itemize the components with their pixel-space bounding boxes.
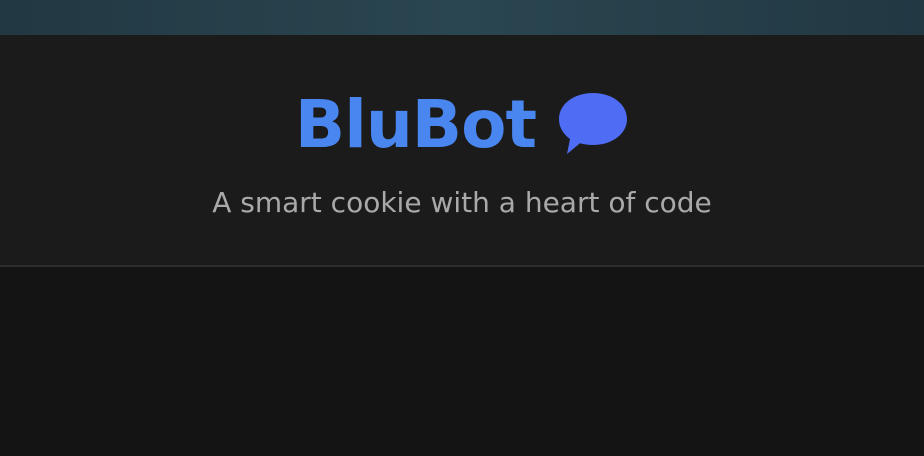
app-title: BluBot: [294, 86, 537, 163]
browser-top-strip: [0, 0, 924, 35]
app-header: BluBot A smart cookie with a heart of co…: [0, 35, 924, 267]
title-row: BluBot: [0, 85, 924, 165]
speech-bubble-icon: [557, 87, 629, 159]
app-subtitle: A smart cookie with a heart of code: [212, 186, 712, 219]
main-content: [0, 267, 924, 456]
